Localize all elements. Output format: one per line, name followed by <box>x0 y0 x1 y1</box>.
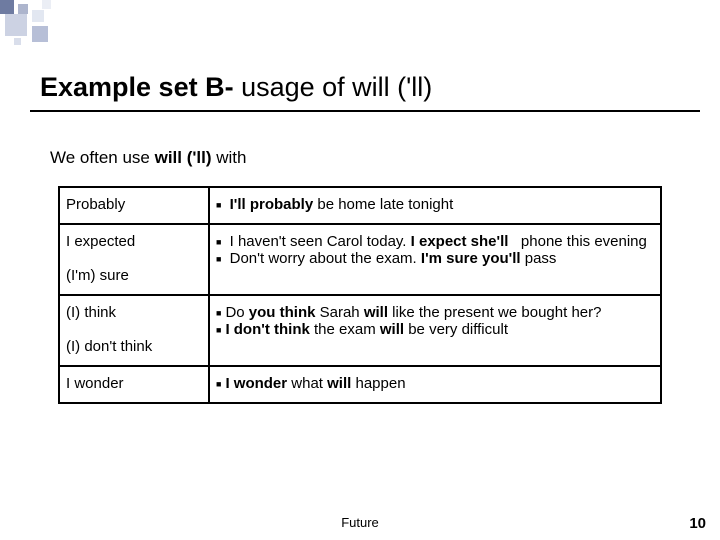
table-row: I expected(I'm) sure ■ I haven't seen Ca… <box>59 224 661 295</box>
row3-right: ■I wonder what will happen <box>209 366 661 403</box>
decorative-corner <box>0 0 140 50</box>
title-rest: usage of will ('ll) <box>241 72 432 102</box>
intro-bold: will ('ll) <box>155 148 212 167</box>
page-number: 10 <box>689 515 706 532</box>
title-bold: Example set B- <box>40 72 241 102</box>
table-row: (I) think(I) don't think ■Do you think S… <box>59 295 661 366</box>
row0-left: Probably <box>59 187 209 224</box>
row2-right: ■Do you think Sarah will like the presen… <box>209 295 661 366</box>
row2-left: (I) think(I) don't think <box>59 295 209 366</box>
table-row: Probably ■ I'll probably be home late to… <box>59 187 661 224</box>
examples-table: Probably ■ I'll probably be home late to… <box>58 186 662 404</box>
row1-left: I expected(I'm) sure <box>59 224 209 295</box>
intro-post: with <box>212 148 247 167</box>
intro-pre: We often use <box>50 148 155 167</box>
row1-right: ■ I haven't seen Carol today. I expect s… <box>209 224 661 295</box>
intro-line: We often use will ('ll) with <box>50 148 247 168</box>
slide-title: Example set B- usage of will ('ll) <box>40 72 432 103</box>
table-row: I wonder ■I wonder what will happen <box>59 366 661 403</box>
row0-right: ■ I'll probably be home late tonight <box>209 187 661 224</box>
footer-label: Future <box>0 515 720 530</box>
row3-left: I wonder <box>59 366 209 403</box>
title-rule <box>30 110 700 112</box>
